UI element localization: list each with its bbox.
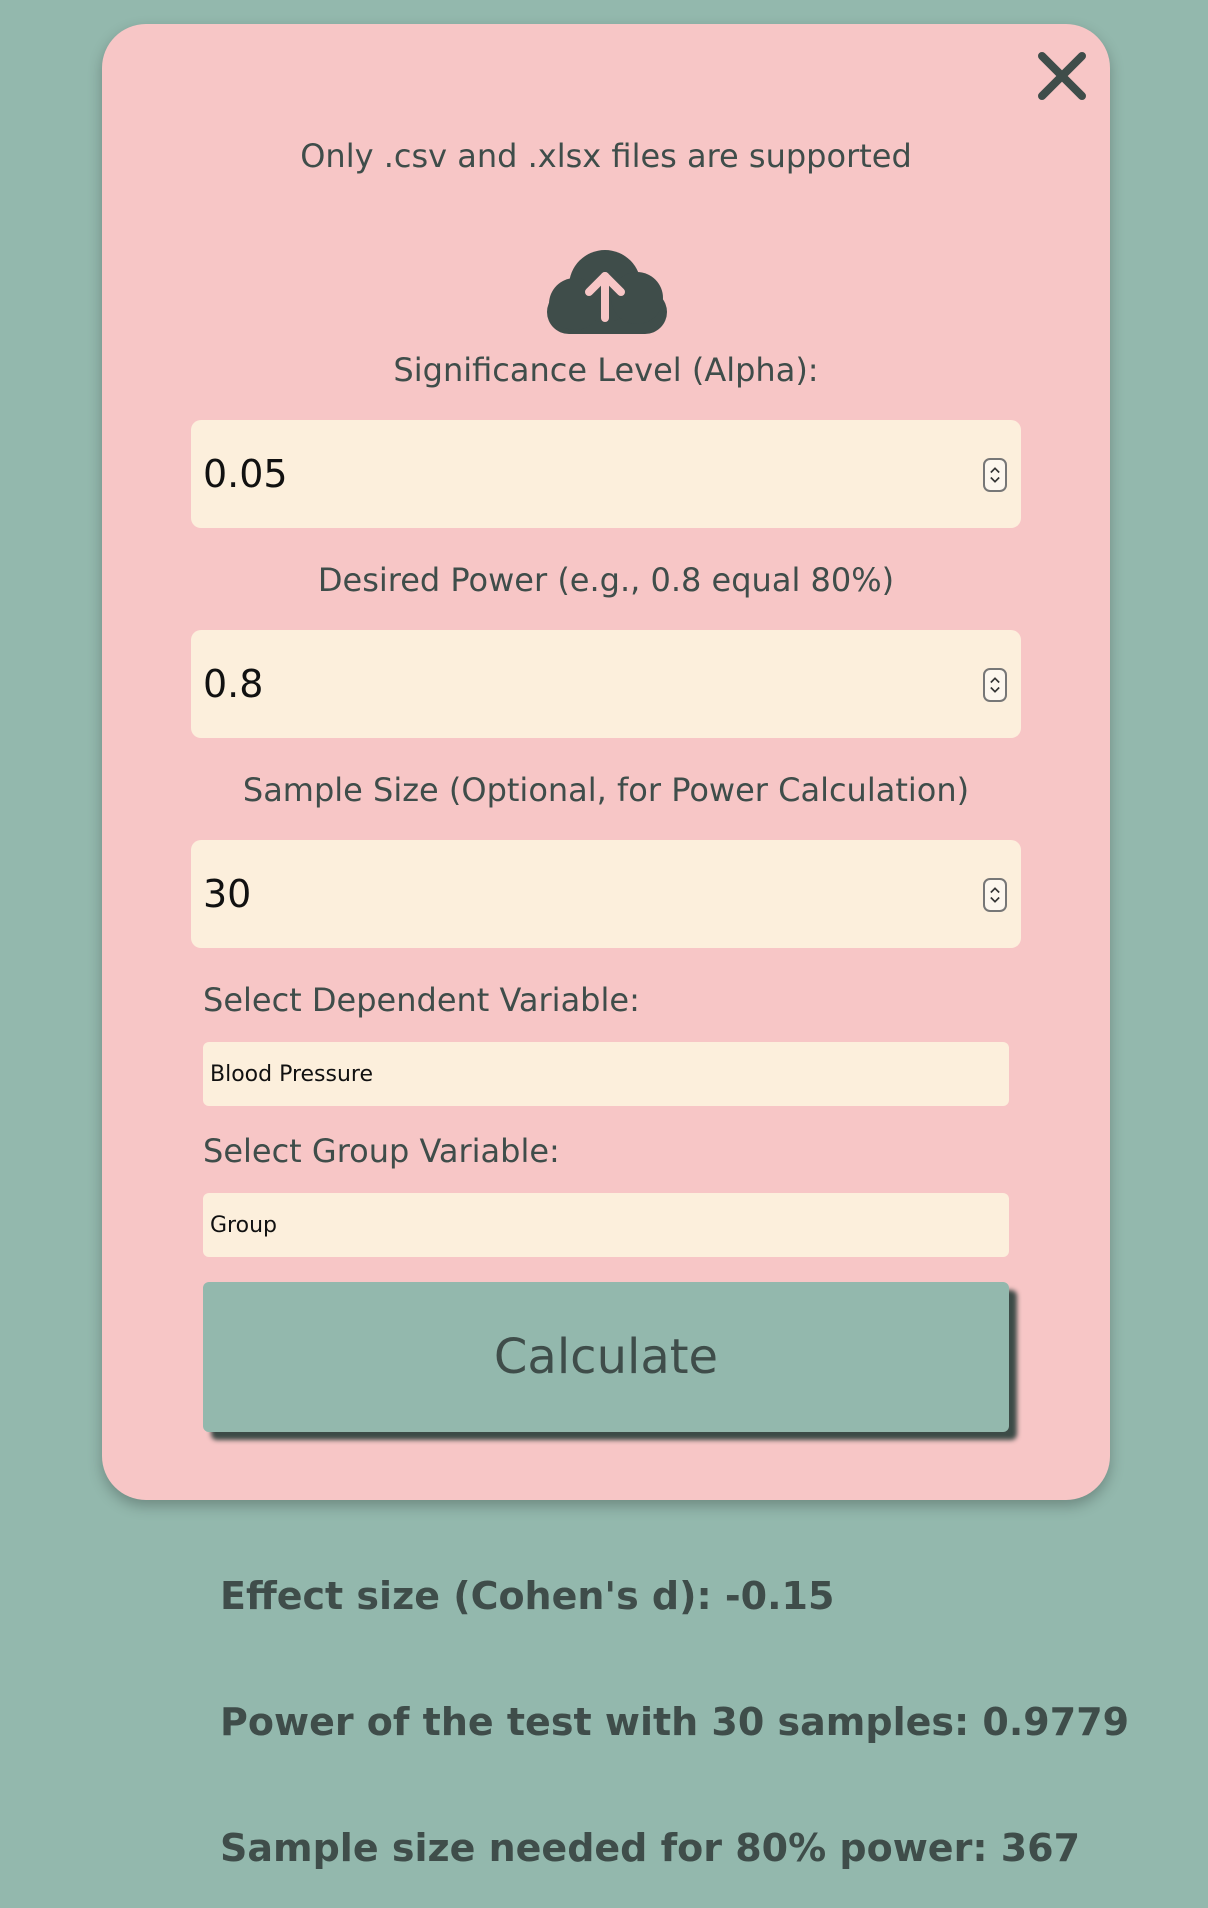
cloud-upload-icon[interactable]	[545, 244, 669, 336]
sample-size-input[interactable]: 30	[191, 840, 1021, 948]
sample-needed-result: Sample size needed for 80% power: 367	[220, 1826, 1081, 1870]
dependent-variable-label: Select Dependent Variable:	[203, 981, 640, 1019]
group-variable-value: Group	[210, 1212, 277, 1238]
group-variable-label: Select Group Variable:	[203, 1132, 560, 1170]
number-stepper-icon[interactable]	[983, 668, 1007, 702]
file-type-notice: Only .csv and .xlsx files are supported	[300, 137, 912, 175]
alpha-label: Significance Level (Alpha):	[393, 351, 819, 389]
power-value: 0.8	[203, 662, 264, 706]
number-stepper-icon[interactable]	[983, 878, 1007, 912]
sample-size-value: 30	[203, 872, 252, 916]
power-result: Power of the test with 30 samples: 0.977…	[220, 1700, 1130, 1744]
effect-size-result: Effect size (Cohen's d): -0.15	[220, 1574, 835, 1618]
group-variable-select[interactable]: Group	[203, 1193, 1009, 1257]
power-input[interactable]: 0.8	[191, 630, 1021, 738]
calculate-button[interactable]: Calculate	[203, 1282, 1009, 1432]
upload-modal: Only .csv and .xlsx files are supported …	[102, 24, 1110, 1500]
close-icon[interactable]	[1032, 46, 1092, 106]
sample-size-label: Sample Size (Optional, for Power Calcula…	[242, 771, 970, 809]
dependent-variable-value: Blood Pressure	[210, 1061, 374, 1087]
power-label: Desired Power (e.g., 0.8 equal 80%)	[317, 561, 895, 599]
number-stepper-icon[interactable]	[983, 458, 1007, 492]
alpha-input[interactable]: 0.05	[191, 420, 1021, 528]
alpha-value: 0.05	[203, 452, 288, 496]
dependent-variable-select[interactable]: Blood Pressure	[203, 1042, 1009, 1106]
